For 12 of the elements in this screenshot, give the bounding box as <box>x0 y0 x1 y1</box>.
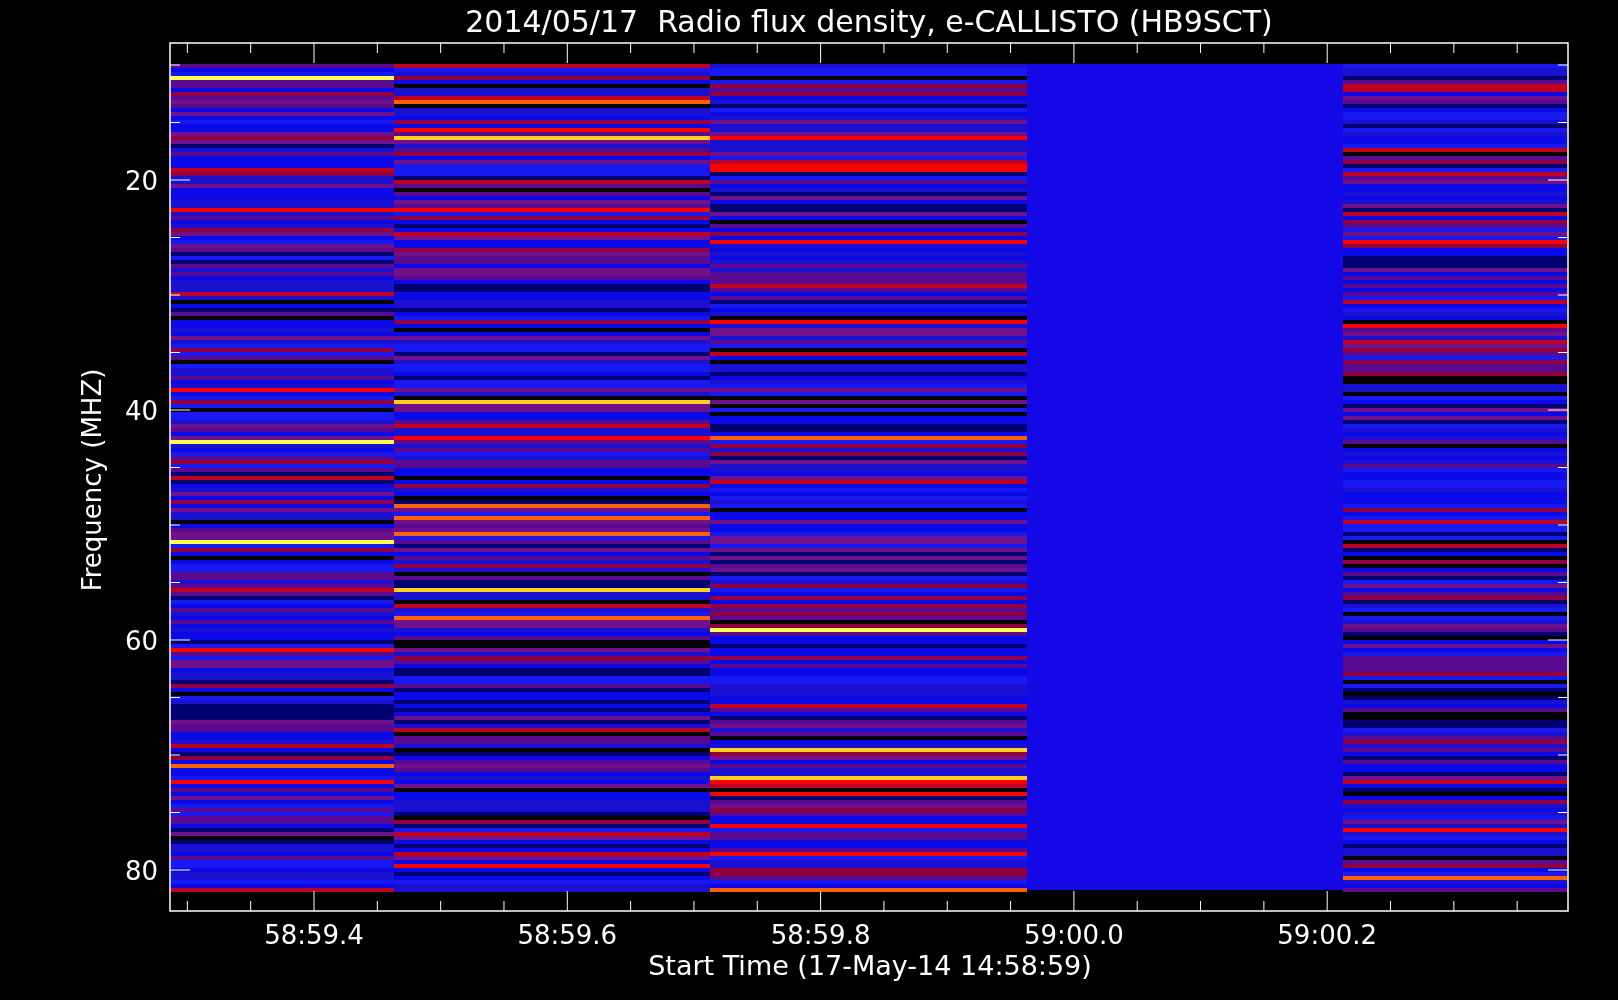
x-tick-label: 58:59.8 <box>770 920 871 950</box>
x-tick-label: 59:00.0 <box>1024 920 1124 950</box>
y-axis-label: Frequency (MHZ) <box>77 368 107 592</box>
chart-title: 2014/05/17 Radio flux density, e-CALLISTO (HB9SCT) <box>465 4 1273 39</box>
x-tick-label: 59:00.2 <box>1277 920 1378 950</box>
y-tick-label: 40 <box>124 396 158 426</box>
y-tick-label: 60 <box>124 626 158 656</box>
x-axis-label: Start Time (17-May-14 14:58:59) <box>648 950 1092 981</box>
y-tick-label: 80 <box>124 856 158 886</box>
x-tick-label: 58:59.6 <box>517 920 618 950</box>
x-tick-label: 58:59.4 <box>264 920 364 950</box>
y-tick-label: 20 <box>124 166 158 196</box>
